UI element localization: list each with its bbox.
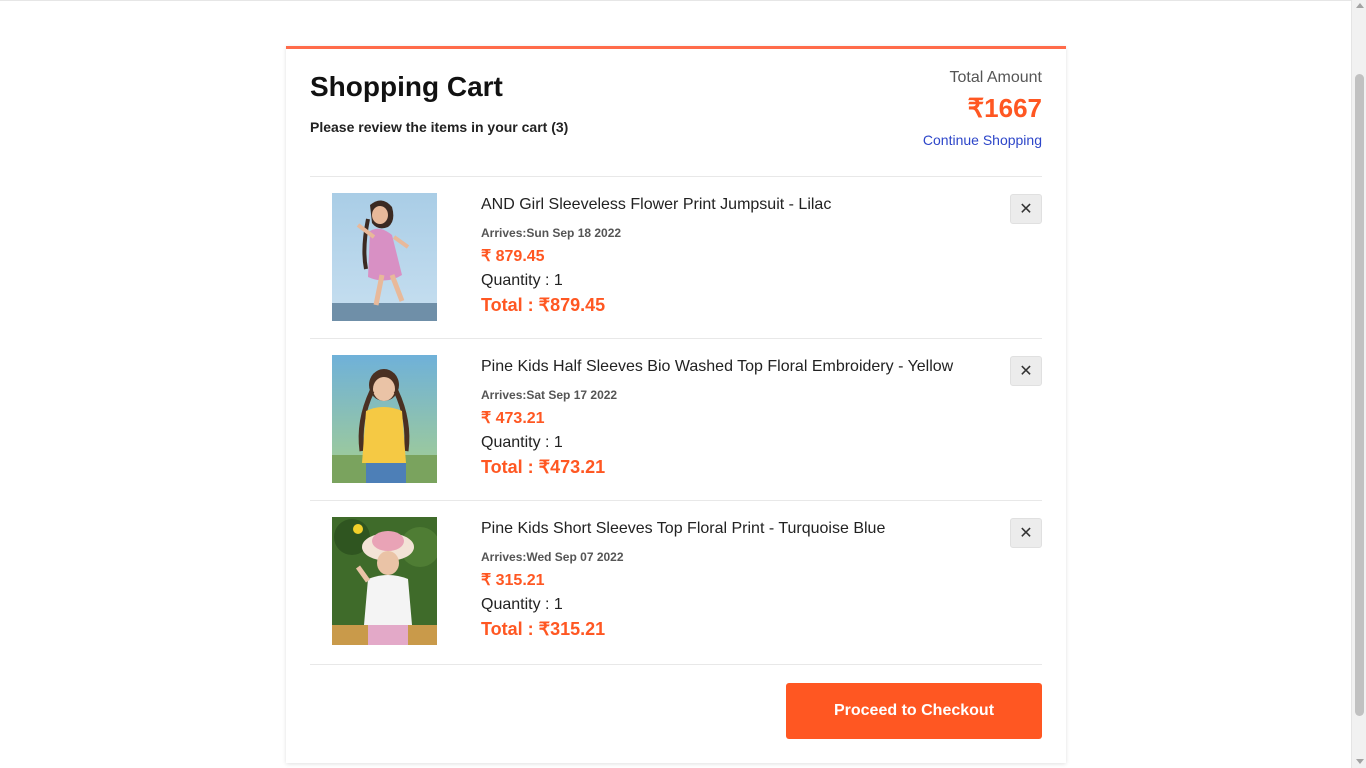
cart-item: Pine Kids Short Sleeves Top Floral Print… <box>310 501 1042 665</box>
remove-item-button[interactable]: ✕ <box>1010 518 1042 548</box>
product-image[interactable] <box>332 193 437 321</box>
item-quantity: Quantity : 1 <box>481 434 563 451</box>
proceed-to-checkout-button[interactable]: Proceed to Checkout <box>786 683 1042 739</box>
item-info: AND Girl Sleeveless Flower Print Jumpsui… <box>481 195 981 316</box>
total-amount-value: ₹1667 <box>967 93 1042 123</box>
item-total: Total : ₹473.21 <box>481 457 606 477</box>
item-arrival-date: Arrives:Wed Sep 07 2022 <box>481 550 624 564</box>
item-quantity: Quantity : 1 <box>481 596 563 613</box>
page-title: Shopping Cart <box>310 71 503 102</box>
item-total: Total : ₹879.45 <box>481 295 606 315</box>
total-amount-label: Total Amount <box>949 69 1043 86</box>
item-price: ₹ 879.45 <box>481 248 545 265</box>
product-image[interactable] <box>332 355 437 483</box>
remove-item-button[interactable]: ✕ <box>1010 356 1042 386</box>
item-arrival-date: Arrives:Sun Sep 18 2022 <box>481 226 622 240</box>
cart-header: Shopping Cart Please review the items in… <box>310 49 1042 177</box>
item-name[interactable]: AND Girl Sleeveless Flower Print Jumpsui… <box>481 195 981 214</box>
close-icon: ✕ <box>1019 363 1033 380</box>
item-price: ₹ 315.21 <box>481 572 545 589</box>
continue-shopping-link[interactable]: Continue Shopping <box>923 132 1042 148</box>
item-info: Pine Kids Half Sleeves Bio Washed Top Fl… <box>481 357 981 478</box>
item-quantity: Quantity : 1 <box>481 272 563 289</box>
remove-item-button[interactable]: ✕ <box>1010 194 1042 224</box>
vertical-scrollbar[interactable] <box>1351 0 1366 768</box>
item-arrival-date: Arrives:Sat Sep 17 2022 <box>481 388 618 402</box>
scroll-down-arrow-icon[interactable] <box>1356 759 1364 764</box>
cart-item: AND Girl Sleeveless Flower Print Jumpsui… <box>310 177 1042 339</box>
item-total: Total : ₹315.21 <box>481 619 606 639</box>
item-info: Pine Kids Short Sleeves Top Floral Print… <box>481 519 981 640</box>
scroll-up-arrow-icon[interactable] <box>1356 3 1364 8</box>
shopping-cart-card: Shopping Cart Please review the items in… <box>286 46 1066 763</box>
close-icon: ✕ <box>1019 525 1033 542</box>
cart-subtitle: Please review the items in your cart (3) <box>310 119 569 135</box>
cart-items-list: AND Girl Sleeveless Flower Print Jumpsui… <box>310 177 1042 665</box>
close-icon: ✕ <box>1019 201 1033 218</box>
cart-item: Pine Kids Half Sleeves Bio Washed Top Fl… <box>310 339 1042 501</box>
product-image[interactable] <box>332 517 437 645</box>
scrollbar-thumb[interactable] <box>1355 74 1364 716</box>
top-divider <box>0 0 1351 1</box>
item-name[interactable]: Pine Kids Half Sleeves Bio Washed Top Fl… <box>481 357 981 376</box>
item-name[interactable]: Pine Kids Short Sleeves Top Floral Print… <box>481 519 981 538</box>
item-price: ₹ 473.21 <box>481 410 545 427</box>
